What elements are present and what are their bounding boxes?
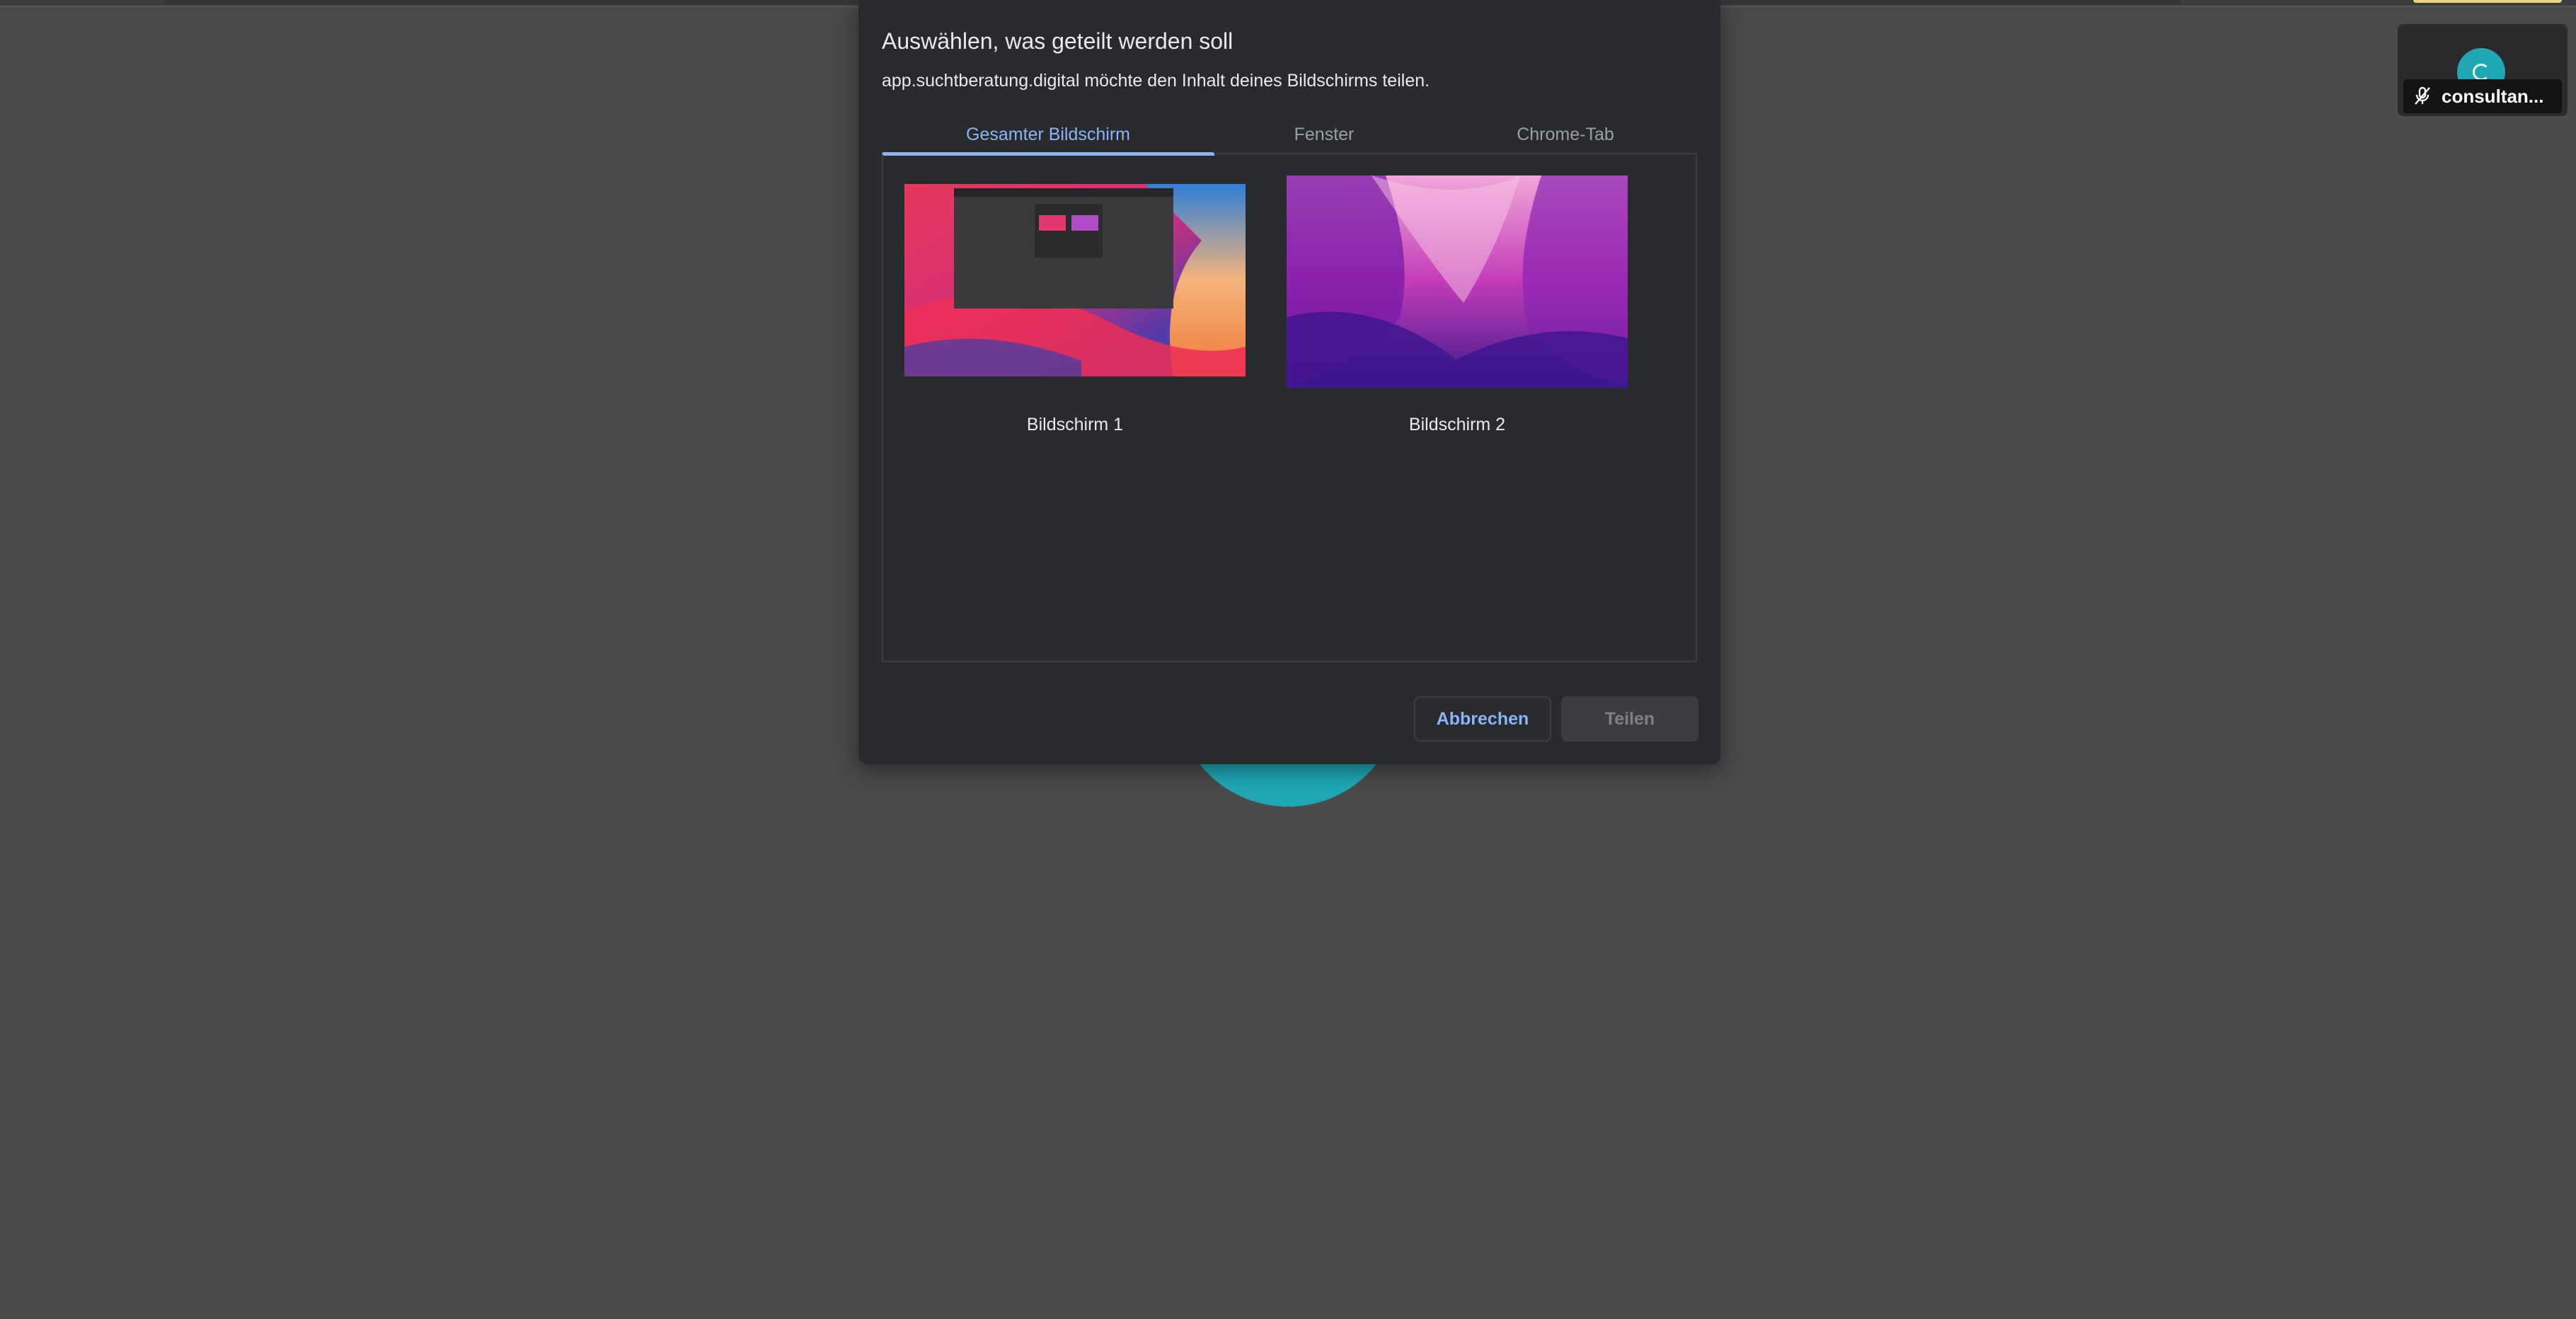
source-list: Bildschirm 1 Bildschirm 2 xyxy=(882,154,1697,662)
tab-chrome-tab[interactable]: Chrome-Tab xyxy=(1434,115,1697,154)
screen-1-label: Bildschirm 1 xyxy=(1026,415,1124,434)
participant-name: consultan... xyxy=(2442,85,2544,107)
loading-spinner-icon xyxy=(2473,64,2490,81)
participant-tile[interactable]: consultan... xyxy=(2398,24,2568,116)
share-screen-dialog: Auswählen, was geteilt werden soll app.s… xyxy=(858,0,1720,764)
cancel-button[interactable]: Abbrechen xyxy=(1414,696,1551,742)
screen-1-thumbnail xyxy=(904,184,1246,376)
screen-option-1[interactable]: Bildschirm 1 xyxy=(904,175,1246,444)
screen-option-2[interactable]: Bildschirm 2 xyxy=(1287,175,1628,444)
screen-2-thumbnail xyxy=(1287,175,1628,388)
tab-window[interactable]: Fenster xyxy=(1214,115,1434,154)
share-button[interactable]: Teilen xyxy=(1561,696,1698,742)
dialog-title: Auswählen, was geteilt werden soll xyxy=(882,28,1234,54)
mic-off-icon xyxy=(2413,86,2432,106)
dialog-subtitle: app.suchtberatung.digital möchte den Inh… xyxy=(882,71,1430,91)
tab-entire-screen[interactable]: Gesamter Bildschirm xyxy=(882,115,1214,156)
top-bar-accent xyxy=(2413,0,2562,3)
participant-label: consultan... xyxy=(2403,79,2562,113)
source-tabs: Gesamter Bildschirm Fenster Chrome-Tab xyxy=(882,115,1697,156)
screen-2-label: Bildschirm 2 xyxy=(1408,415,1506,434)
